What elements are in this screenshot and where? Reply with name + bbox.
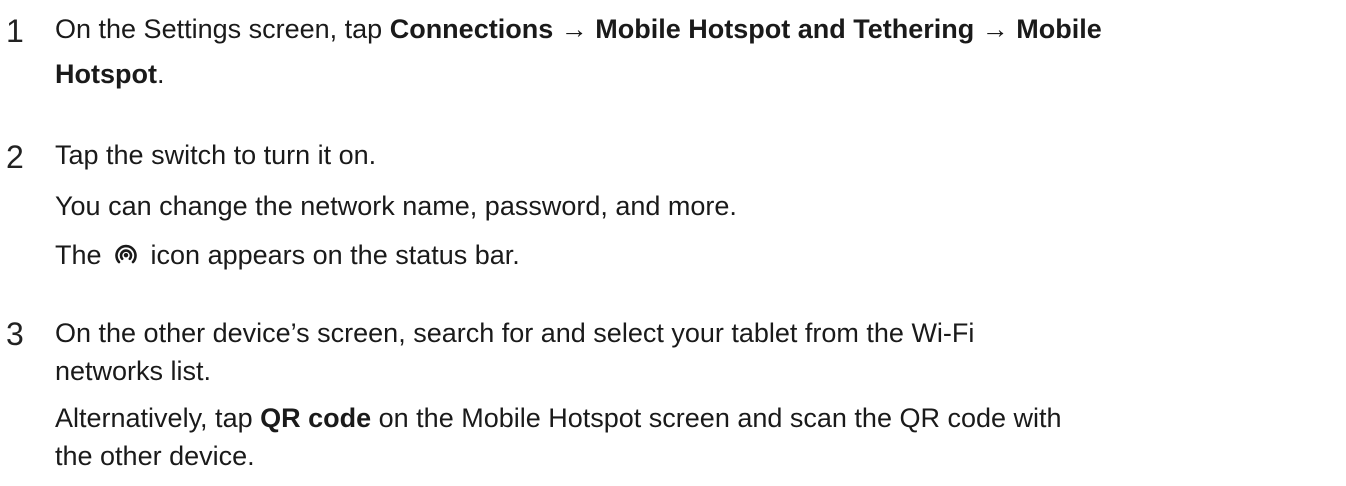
step-2-line-1: Tap the switch to turn it on. [55, 140, 377, 170]
mobile-hotspot-icon [112, 241, 140, 269]
step-3-line-4: the other device. [55, 441, 255, 471]
menu-path-hotspot-tethering: Mobile Hotspot and Tethering [595, 14, 975, 44]
menu-path-connections: Connections [389, 14, 554, 44]
text: The [55, 240, 110, 270]
arrow: → [974, 14, 1017, 44]
arrow: → [553, 14, 596, 44]
step-number: 3 [6, 316, 24, 352]
step-3-line-1: On the other device’s screen, search for… [55, 318, 975, 348]
qr-code-label: QR code [260, 403, 372, 433]
step-2-line-2: You can change the network name, passwor… [55, 191, 737, 221]
step-3-line-2: networks list. [55, 356, 212, 386]
step-1-line-2: Hotspot. [55, 59, 165, 90]
text: On the Settings screen, tap [55, 14, 390, 44]
text: icon appears on the status bar. [143, 240, 520, 270]
step-3-line-3: Alternatively, tap QR code on the Mobile… [55, 403, 1062, 434]
step-1-line-1: On the Settings screen, tap Connections … [55, 14, 1102, 45]
step-number: 2 [6, 139, 24, 175]
menu-path-mobile: Mobile [1016, 14, 1102, 44]
text: on the Mobile Hotspot screen and scan th… [371, 403, 1062, 433]
text: . [156, 59, 165, 89]
step-number: 1 [6, 13, 24, 49]
menu-path-hotspot: Hotspot [55, 59, 157, 89]
step-2-line-3: The icon appears on the status bar. [55, 240, 520, 271]
text: Alternatively, tap [55, 403, 261, 433]
